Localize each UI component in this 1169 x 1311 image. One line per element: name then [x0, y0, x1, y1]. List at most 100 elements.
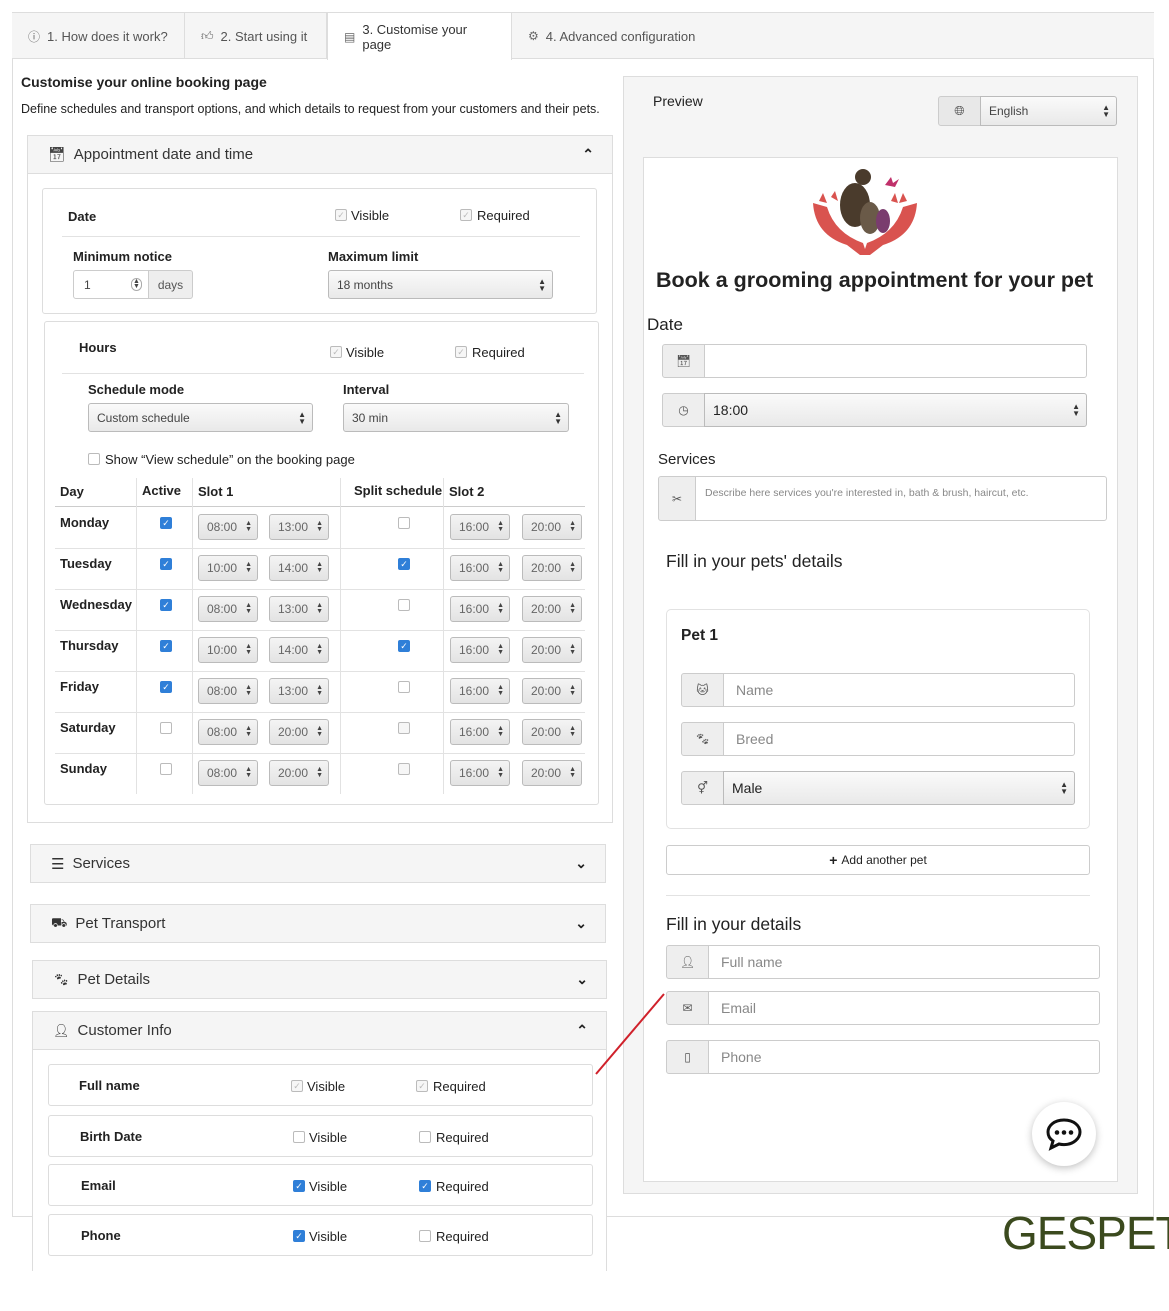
full-name-input[interactable]: Full name	[708, 945, 1100, 979]
slot2-start-select[interactable]: 16:00 ▲ ▼	[450, 678, 510, 704]
slot1-end-select[interactable]: 14:00 ▲ ▼	[269, 637, 329, 663]
split-schedule-checkbox[interactable]	[398, 763, 410, 775]
slot1-start-select[interactable]: 10:00 ▲ ▼	[198, 637, 258, 663]
day-active-checkbox[interactable]: ✓	[160, 640, 172, 652]
slot1-start-select[interactable]: 08:00 ▲ ▼	[198, 678, 258, 704]
customer-field-label: Email	[81, 1178, 116, 1193]
select-arrows-icon: ▲ ▼	[1060, 780, 1068, 796]
interval-select[interactable]: 30 min ▲ ▼	[343, 403, 569, 432]
show-view-schedule-checkbox[interactable]	[88, 453, 100, 465]
stepper-icon[interactable]: ▲ ▼	[131, 278, 142, 291]
slot1-end-select[interactable]: 13:00 ▲ ▼	[269, 596, 329, 622]
slot2-end-select[interactable]: 20:00 ▲ ▼	[522, 760, 582, 786]
slot1-end-select[interactable]: 20:00 ▲ ▼	[269, 719, 329, 745]
phone-input[interactable]: Phone	[708, 1040, 1100, 1074]
pet-sex-select[interactable]: Male ▲ ▼	[723, 771, 1075, 805]
slot2-start-select[interactable]: 16:00 ▲ ▼	[450, 555, 510, 581]
visible-checkbox[interactable]: ✓	[293, 1180, 305, 1192]
add-pet-button[interactable]: + Add another pet	[666, 845, 1090, 875]
time-value: 20:00	[531, 766, 562, 780]
time-value: 20:00	[531, 561, 562, 575]
tab-label: 2. Start using it	[220, 28, 308, 44]
day-active-checkbox[interactable]: ✓	[160, 599, 172, 611]
slot2-start-select[interactable]: 16:00 ▲ ▼	[450, 719, 510, 745]
time-value: 08:00	[207, 520, 238, 534]
slot1-end-select[interactable]: 14:00 ▲ ▼	[269, 555, 329, 581]
tab-start-using[interactable]: 👍︎ 2. Start using it	[185, 13, 327, 59]
time-value: 08:00	[207, 602, 238, 616]
paw-icon: 🐾︎	[681, 722, 724, 756]
required-checkbox[interactable]: ✓	[419, 1180, 431, 1192]
slot2-end-select[interactable]: 20:00 ▲ ▼	[522, 555, 582, 581]
hours-required-label: Required	[472, 345, 525, 360]
schedule-mode-select[interactable]: Custom schedule ▲ ▼	[88, 403, 313, 432]
day-active-checkbox[interactable]	[160, 763, 172, 775]
pet-details-panel-header[interactable]: 🐾︎ Pet Details ⌄	[32, 960, 607, 999]
hours-label: Hours	[79, 340, 117, 355]
pet-title: Pet 1	[681, 627, 719, 644]
select-arrows-icon: ▲ ▼	[245, 725, 252, 738]
tab-advanced-config[interactable]: ⚙ 4. Advanced configuration	[512, 13, 712, 59]
split-schedule-checkbox[interactable]	[398, 517, 410, 529]
slot1-start-select[interactable]: 10:00 ▲ ▼	[198, 555, 258, 581]
pet-name-input[interactable]: Name	[723, 673, 1075, 707]
slot2-end-select[interactable]: 20:00 ▲ ▼	[522, 719, 582, 745]
required-checkbox[interactable]	[419, 1230, 431, 1242]
email-input[interactable]: Email	[708, 991, 1100, 1025]
appointment-panel-header[interactable]: 📅︎ Appointment date and time ⌃	[27, 135, 613, 174]
time-value: 13:00	[278, 520, 309, 534]
split-schedule-checkbox[interactable]	[398, 681, 410, 693]
time-value: 20:00	[531, 520, 562, 534]
pet-transport-panel-header[interactable]: ⛟ Pet Transport ⌄	[30, 904, 606, 943]
time-select[interactable]: 18:00 ▲ ▼	[704, 393, 1087, 427]
split-schedule-checkbox[interactable]: ✓	[398, 640, 410, 652]
day-active-checkbox[interactable]: ✓	[160, 517, 172, 529]
select-arrows-icon: ▲ ▼	[497, 725, 504, 738]
slot2-end-select[interactable]: 20:00 ▲ ▼	[522, 596, 582, 622]
slot1-start-select[interactable]: 08:00 ▲ ▼	[198, 760, 258, 786]
slot2-start-select[interactable]: 16:00 ▲ ▼	[450, 514, 510, 540]
max-limit-select[interactable]: 18 months ▲ ▼	[328, 270, 553, 299]
slot2-start-select[interactable]: 16:00 ▲ ▼	[450, 637, 510, 663]
slot1-end-select[interactable]: 20:00 ▲ ▼	[269, 760, 329, 786]
services-panel-header[interactable]: ☰ Services ⌄	[30, 844, 606, 883]
chat-button[interactable]	[1032, 1102, 1096, 1166]
services-textarea[interactable]: Describe here services you're interested…	[695, 476, 1107, 521]
split-schedule-checkbox[interactable]	[398, 599, 410, 611]
select-arrows-icon: ▲ ▼	[316, 766, 323, 779]
slot1-start-select[interactable]: 08:00 ▲ ▼	[198, 596, 258, 622]
day-active-checkbox[interactable]: ✓	[160, 558, 172, 570]
required-checkbox[interactable]	[419, 1131, 431, 1143]
slot1-end-select[interactable]: 13:00 ▲ ▼	[269, 678, 329, 704]
visible-label: Visible	[309, 1229, 348, 1244]
visible-checkbox[interactable]	[293, 1131, 305, 1143]
tab-customise-page[interactable]: ▤ 3. Customise your page	[327, 13, 512, 60]
tab-how-it-works[interactable]: ⓘ 1. How does it work?	[12, 13, 185, 59]
day-active-checkbox[interactable]	[160, 722, 172, 734]
slot2-start-select[interactable]: 16:00 ▲ ▼	[450, 760, 510, 786]
time-value: 13:00	[278, 684, 309, 698]
slot1-start-select[interactable]: 08:00 ▲ ▼	[198, 719, 258, 745]
page-title: Customise your online booking page	[21, 74, 267, 90]
slot1-end-select[interactable]: 13:00 ▲ ▼	[269, 514, 329, 540]
pet-breed-input[interactable]: Breed	[723, 722, 1075, 756]
slot2-end-select[interactable]: 20:00 ▲ ▼	[522, 514, 582, 540]
visible-checkbox[interactable]: ✓	[293, 1230, 305, 1242]
select-arrows-icon: ▲ ▼	[569, 520, 576, 533]
col-divider	[340, 478, 341, 794]
split-schedule-checkbox[interactable]	[398, 722, 410, 734]
split-schedule-checkbox[interactable]: ✓	[398, 558, 410, 570]
time-value: 08:00	[207, 725, 238, 739]
customer-info-panel-header[interactable]: 👤︎ Customer Info ⌃	[32, 1011, 607, 1050]
date-input[interactable]	[704, 344, 1087, 378]
schedule-day-label: Saturday	[60, 720, 116, 735]
date-visible-label: Visible	[351, 208, 390, 223]
min-notice-input[interactable]: 1 ▲ ▼	[73, 270, 149, 299]
slot2-start-select[interactable]: 16:00 ▲ ▼	[450, 596, 510, 622]
slot2-end-select[interactable]: 20:00 ▲ ▼	[522, 678, 582, 704]
chat-bubble-icon	[1046, 1118, 1082, 1151]
language-select[interactable]: English ▲ ▼	[980, 96, 1117, 126]
slot1-start-select[interactable]: 08:00 ▲ ▼	[198, 514, 258, 540]
slot2-end-select[interactable]: 20:00 ▲ ▼	[522, 637, 582, 663]
day-active-checkbox[interactable]: ✓	[160, 681, 172, 693]
